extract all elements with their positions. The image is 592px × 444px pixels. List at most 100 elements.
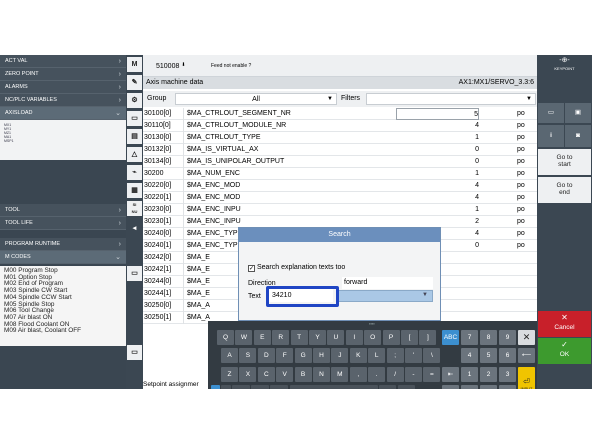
shift-key[interactable]: A	[211, 385, 220, 389]
key-2-0[interactable]: Z	[221, 367, 238, 382]
key-1-8[interactable]: L	[368, 348, 386, 363]
num-key[interactable]: 9	[499, 330, 516, 345]
input-key[interactable]: ⏎ INPUT	[518, 367, 535, 389]
underscore-key[interactable]: _	[379, 385, 396, 389]
num-key[interactable]: 6	[499, 348, 516, 363]
edit-icon[interactable]: ✎	[127, 75, 142, 90]
keyboard-drag-handle[interactable]: ▪▪▪▪	[360, 321, 384, 326]
key-2-4[interactable]: B	[294, 367, 312, 382]
key-0-4[interactable]: T	[290, 330, 308, 345]
key-0-2[interactable]: E	[253, 330, 271, 345]
signal-icon[interactable]: ⌁	[127, 165, 142, 180]
abc-key[interactable]: ABC	[442, 330, 459, 345]
num-key[interactable]: 4	[461, 348, 478, 363]
sinumerik-icon[interactable]: SI NU	[127, 201, 142, 216]
key-0-7[interactable]: I	[345, 330, 363, 345]
key-1-4[interactable]: G	[294, 348, 312, 363]
key-2-9[interactable]: /	[386, 367, 404, 382]
table-row[interactable]: 30130[0] $MA_CTRLOUT_TYPE 1 po	[143, 132, 537, 144]
minus-key[interactable]: −	[398, 385, 415, 389]
table-row[interactable]: 30200 $MA_NUM_ENC 1 po	[143, 168, 537, 180]
key-2-6[interactable]: M	[331, 367, 349, 382]
key-2-8[interactable]: .	[368, 367, 386, 382]
save-icon[interactable]: ▣	[565, 103, 591, 123]
program-icon[interactable]: ▭	[127, 111, 142, 126]
num-key[interactable]: 8	[480, 330, 497, 345]
table-row[interactable]: 30230[0] $MA_ENC_INPU 1 po	[143, 204, 537, 216]
window-icon[interactable]: ▭	[538, 103, 564, 123]
checkbox-checked-icon[interactable]: ✓	[248, 265, 255, 272]
num-key[interactable]: 5	[480, 348, 497, 363]
key-0-6[interactable]: U	[327, 330, 345, 345]
num-key[interactable]: 1	[461, 367, 478, 382]
key-0-10[interactable]: [	[401, 330, 418, 345]
key-2-10[interactable]: -	[405, 367, 422, 382]
panel-header-tool-life[interactable]: TOOL LIFE ›	[0, 217, 126, 230]
info-icon[interactable]: i	[538, 125, 564, 147]
panel-header-program-runtime[interactable]: PROGRAM RUNTIME ›	[0, 238, 126, 251]
key-1-3[interactable]: F	[276, 348, 294, 363]
panel-header-nc-plc-variables[interactable]: NC/PLC VARIABLES ›	[0, 94, 126, 107]
key-0-0[interactable]: Q	[217, 330, 234, 345]
diagnostics-icon[interactable]: ▤	[127, 129, 142, 144]
panel-icon[interactable]: ▭	[127, 345, 142, 360]
panel-header-zero-point[interactable]: ZERO POINT ›	[0, 68, 126, 81]
key-1-7[interactable]: K	[349, 348, 367, 363]
table-row[interactable]: 30220[0] $MA_ENC_MOD 4 po	[143, 180, 537, 192]
search-explanation-checkbox[interactable]: ✓ Search explanation texts too	[248, 264, 345, 272]
key-0-8[interactable]: O	[364, 330, 382, 345]
keypoint-button[interactable]: -⊕- KEYPOINT	[538, 56, 591, 78]
key-0-5[interactable]: Y	[309, 330, 326, 345]
alt-key[interactable]: ALT	[251, 385, 269, 389]
group-select[interactable]: All ▼	[175, 93, 337, 105]
key-0-1[interactable]: W	[235, 330, 253, 345]
tab-icon[interactable]: ⇤	[442, 367, 459, 382]
key-1-11[interactable]: \	[423, 348, 441, 363]
key-2-3[interactable]: V	[276, 367, 294, 382]
key-2-11[interactable]: =	[423, 367, 441, 382]
warning-icon[interactable]: △	[127, 147, 142, 162]
key-1-1[interactable]: S	[239, 348, 257, 363]
arrow-right-icon[interactable]: ▶	[499, 385, 516, 389]
key-2-7[interactable]: ,	[349, 367, 367, 382]
screenshot-icon[interactable]: ◙	[565, 125, 591, 147]
table-row[interactable]: 30134[0] $MA_IS_UNIPOLAR_OUTPUT 0 po	[143, 156, 537, 168]
key-1-5[interactable]: H	[313, 348, 330, 363]
key-2-1[interactable]: X	[239, 367, 257, 382]
alt-symbol-key[interactable]: a	[221, 385, 231, 389]
key-1-0[interactable]: A	[221, 348, 238, 363]
num-key[interactable]: 2	[480, 367, 497, 382]
goto-start-button[interactable]: Go to start	[538, 149, 591, 175]
panel-header-m-codes[interactable]: M CODES ⌄	[0, 251, 126, 264]
panel-header-axisload[interactable]: AXISLOAD ⌄	[0, 107, 126, 120]
decimal-key[interactable]: .	[442, 385, 459, 389]
key-0-9[interactable]: P	[382, 330, 400, 345]
key-0-3[interactable]: R	[272, 330, 290, 345]
table-row[interactable]: 30110[0] $MA_CTRLOUT_MODULE_NR 4 po	[143, 120, 537, 132]
key-1-9[interactable]: ;	[386, 348, 404, 363]
ok-button[interactable]: ✓ OK	[538, 338, 591, 364]
panel-icon[interactable]: ▭	[127, 266, 142, 281]
panel-header-tool[interactable]: TOOL ›	[0, 204, 126, 217]
num-key[interactable]: 0	[461, 385, 478, 389]
direction-field[interactable]: forward	[342, 277, 433, 289]
table-row[interactable]: 30132[0] $MA_IS_VIRTUAL_AX 0 po	[143, 144, 537, 156]
machine-icon[interactable]: M	[127, 57, 142, 72]
panel-header-alarms[interactable]: ALARMS ›	[0, 81, 126, 94]
num-key[interactable]: 7	[461, 330, 478, 345]
key-1-6[interactable]: J	[331, 348, 349, 363]
key-2-2[interactable]: C	[257, 367, 275, 382]
key-2-5[interactable]: N	[313, 367, 330, 382]
symbols-key[interactable]: !$	[270, 385, 288, 389]
table-row[interactable]: 30220[1] $MA_ENC_MOD 4 po	[143, 192, 537, 204]
table-row[interactable]: 30100[0] $MA_CTRLOUT_SEGMENT_NR 5 po	[143, 108, 537, 120]
filters-select[interactable]: ▼	[366, 93, 536, 105]
key-1-2[interactable]: D	[257, 348, 275, 363]
panel-header-act-val[interactable]: ACT VAL ›	[0, 55, 126, 68]
settings-icon[interactable]: ⚙	[127, 93, 142, 108]
key-0-11[interactable]: ]	[419, 330, 437, 345]
num-key[interactable]: 3	[499, 367, 516, 382]
key-1-10[interactable]: '	[405, 348, 422, 363]
close-keyboard-icon[interactable]: ✕	[518, 330, 535, 345]
goto-end-button[interactable]: Go to end	[538, 177, 591, 203]
